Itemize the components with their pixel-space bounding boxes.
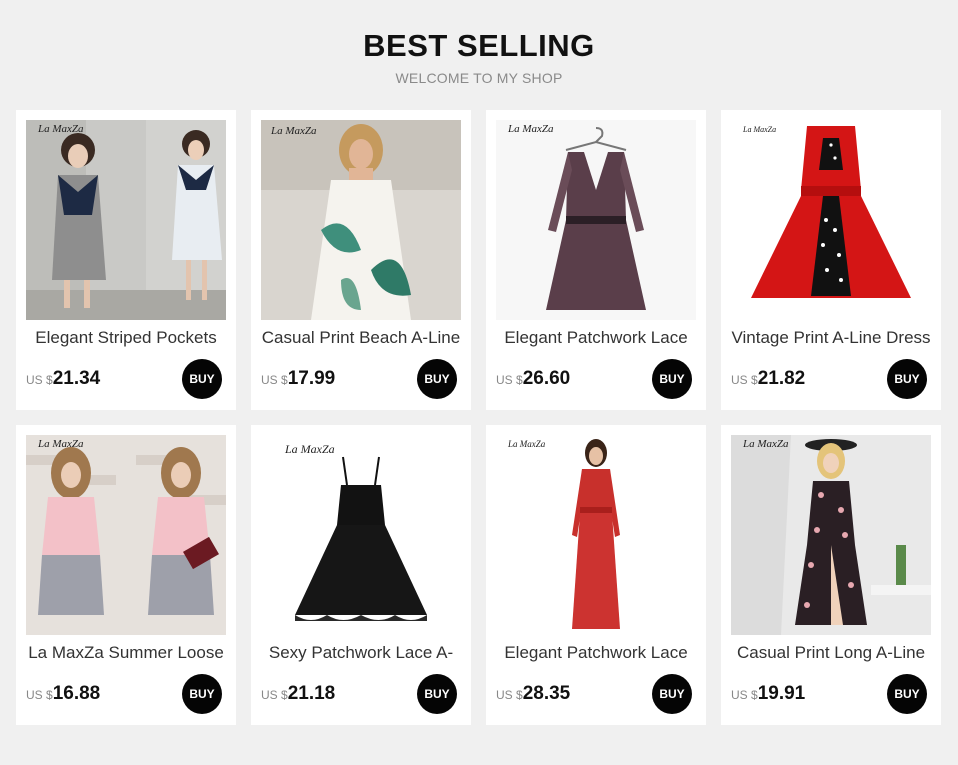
price-currency: US $: [261, 688, 288, 702]
product-photo-leaf-print-slip-dress[interactable]: La MaxZa: [261, 120, 461, 320]
product-price: US $19.91: [731, 683, 805, 705]
product-photo-pink-grey-shift-dress[interactable]: La MaxZa: [26, 435, 226, 635]
brand-logo: La MaxZa: [507, 439, 546, 449]
product-price: US $16.88: [26, 683, 100, 705]
brand-logo: La MaxZa: [742, 125, 776, 134]
price-currency: US $: [261, 373, 288, 387]
price-amount: 17.99: [287, 368, 336, 389]
product-price: US $21.34: [26, 368, 100, 390]
product-name[interactable]: Elegant Patchwork Lace: [490, 328, 702, 348]
price-currency: US $: [26, 688, 53, 702]
price-amount: 28.35: [522, 683, 571, 704]
product-card[interactable]: La MaxZa Sexy Patchwork Lace A- US $21.1…: [251, 425, 471, 725]
product-price: US $28.35: [496, 683, 570, 705]
price-amount: 16.88: [52, 683, 101, 704]
product-photo-striped-shirt-dress[interactable]: La MaxZa: [26, 120, 226, 320]
buy-button[interactable]: BUY: [887, 674, 927, 714]
product-name[interactable]: Elegant Striped Pockets: [20, 328, 232, 348]
buy-button[interactable]: BUY: [417, 674, 457, 714]
product-name[interactable]: Elegant Patchwork Lace: [490, 643, 702, 663]
brand-logo: La MaxZa: [284, 442, 335, 456]
product-price: US $17.99: [261, 368, 335, 390]
product-card[interactable]: La MaxZa La MaxZa Summer Loose US $16.88…: [16, 425, 236, 725]
buy-button[interactable]: BUY: [887, 359, 927, 399]
buy-button[interactable]: BUY: [652, 674, 692, 714]
product-name[interactable]: Vintage Print A-Line Dress: [725, 328, 937, 348]
product-price: US $21.82: [731, 368, 805, 390]
brand-logo: La MaxZa: [507, 123, 554, 135]
product-name[interactable]: Casual Print Beach A-Line: [255, 328, 467, 348]
price-amount: 21.34: [52, 368, 101, 389]
product-photo-floral-lace-dress-on-hanger[interactable]: La MaxZa: [496, 120, 696, 320]
product-name[interactable]: Casual Print Long A-Line: [725, 643, 937, 663]
product-card[interactable]: La MaxZa Elegant Patchwork Lace US $28.3…: [486, 425, 706, 725]
price-currency: US $: [496, 688, 523, 702]
buy-button[interactable]: BUY: [652, 359, 692, 399]
product-name[interactable]: La MaxZa Summer Loose: [20, 643, 232, 663]
buy-button[interactable]: BUY: [182, 359, 222, 399]
product-price: US $21.18: [261, 683, 335, 705]
brand-logo: La MaxZa: [742, 438, 789, 450]
product-grid: La MaxZa Elegant Striped Pockets US $21.…: [0, 0, 958, 765]
product-photo-black-lace-slip-dress[interactable]: La MaxZa: [261, 435, 461, 635]
brand-logo: La MaxZa: [270, 125, 317, 137]
price-currency: US $: [26, 373, 53, 387]
brand-logo: La MaxZa: [37, 123, 84, 135]
price-currency: US $: [731, 373, 758, 387]
price-currency: US $: [731, 688, 758, 702]
price-amount: 21.82: [757, 368, 806, 389]
brand-logo: La MaxZa: [37, 438, 84, 450]
price-amount: 21.18: [287, 683, 336, 704]
product-price: US $26.60: [496, 368, 570, 390]
product-card[interactable]: La MaxZa Elegant Striped Pockets US $21.…: [16, 110, 236, 410]
price-amount: 19.91: [757, 683, 806, 704]
product-card[interactable]: La MaxZa Elegant Patchwork Lace US $26.6…: [486, 110, 706, 410]
price-amount: 26.60: [522, 368, 571, 389]
product-photo-red-maxi-lace-dress[interactable]: La MaxZa: [496, 435, 696, 635]
product-photo-floral-wrap-maxi-dress[interactable]: La MaxZa: [731, 435, 931, 635]
product-name[interactable]: Sexy Patchwork Lace A-: [255, 643, 467, 663]
product-card[interactable]: La MaxZa Casual Print Beach A-Line US $1…: [251, 110, 471, 410]
buy-button[interactable]: BUY: [417, 359, 457, 399]
product-card[interactable]: La MaxZa Casual Print Long A-Line US $19…: [721, 425, 941, 725]
product-photo-red-polka-dot-dress[interactable]: La MaxZa: [731, 120, 931, 320]
price-currency: US $: [496, 373, 523, 387]
product-card[interactable]: La MaxZa Vintage Print A-Line Dress US $…: [721, 110, 941, 410]
buy-button[interactable]: BUY: [182, 674, 222, 714]
